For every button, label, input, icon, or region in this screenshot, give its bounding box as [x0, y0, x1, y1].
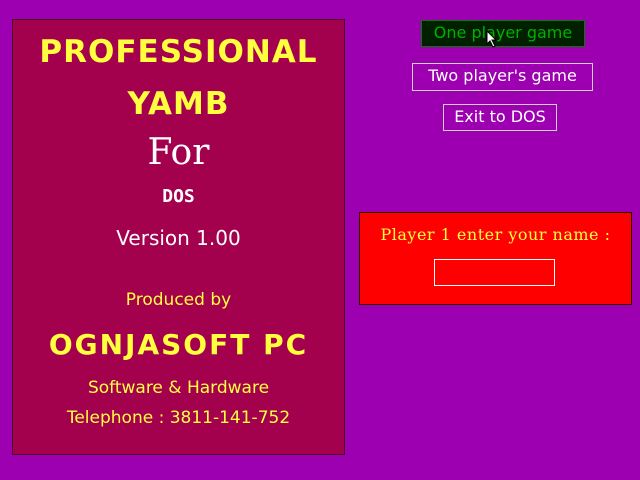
produced-by-label: Produced by [125, 290, 232, 310]
version-text: Version 1.00 [116, 226, 241, 250]
game-title-for: For [147, 132, 210, 173]
telephone-text: Telephone : 3811-141-752 [66, 408, 291, 428]
two-players-game-button[interactable]: Two player's game [412, 63, 593, 91]
game-title-line2: YAMB [127, 86, 230, 122]
mouse-pointer-icon [486, 30, 498, 48]
title-panel: PROFESSIONAL YAMB For DOS Version 1.00 P… [12, 19, 345, 455]
company-tagline: Software & Hardware [87, 378, 270, 398]
player-name-prompt: Player 1 enter your name : [380, 225, 611, 244]
exit-to-dos-button[interactable]: Exit to DOS [443, 104, 557, 131]
one-player-game-button[interactable]: One player game [421, 20, 585, 47]
player-name-input[interactable] [434, 259, 555, 286]
company-name: OGNJASOFT PC [48, 328, 309, 361]
game-title-platform: DOS [162, 186, 195, 207]
game-title-line1: PROFESSIONAL [39, 34, 318, 70]
player-name-dialog: Player 1 enter your name : [359, 212, 632, 305]
